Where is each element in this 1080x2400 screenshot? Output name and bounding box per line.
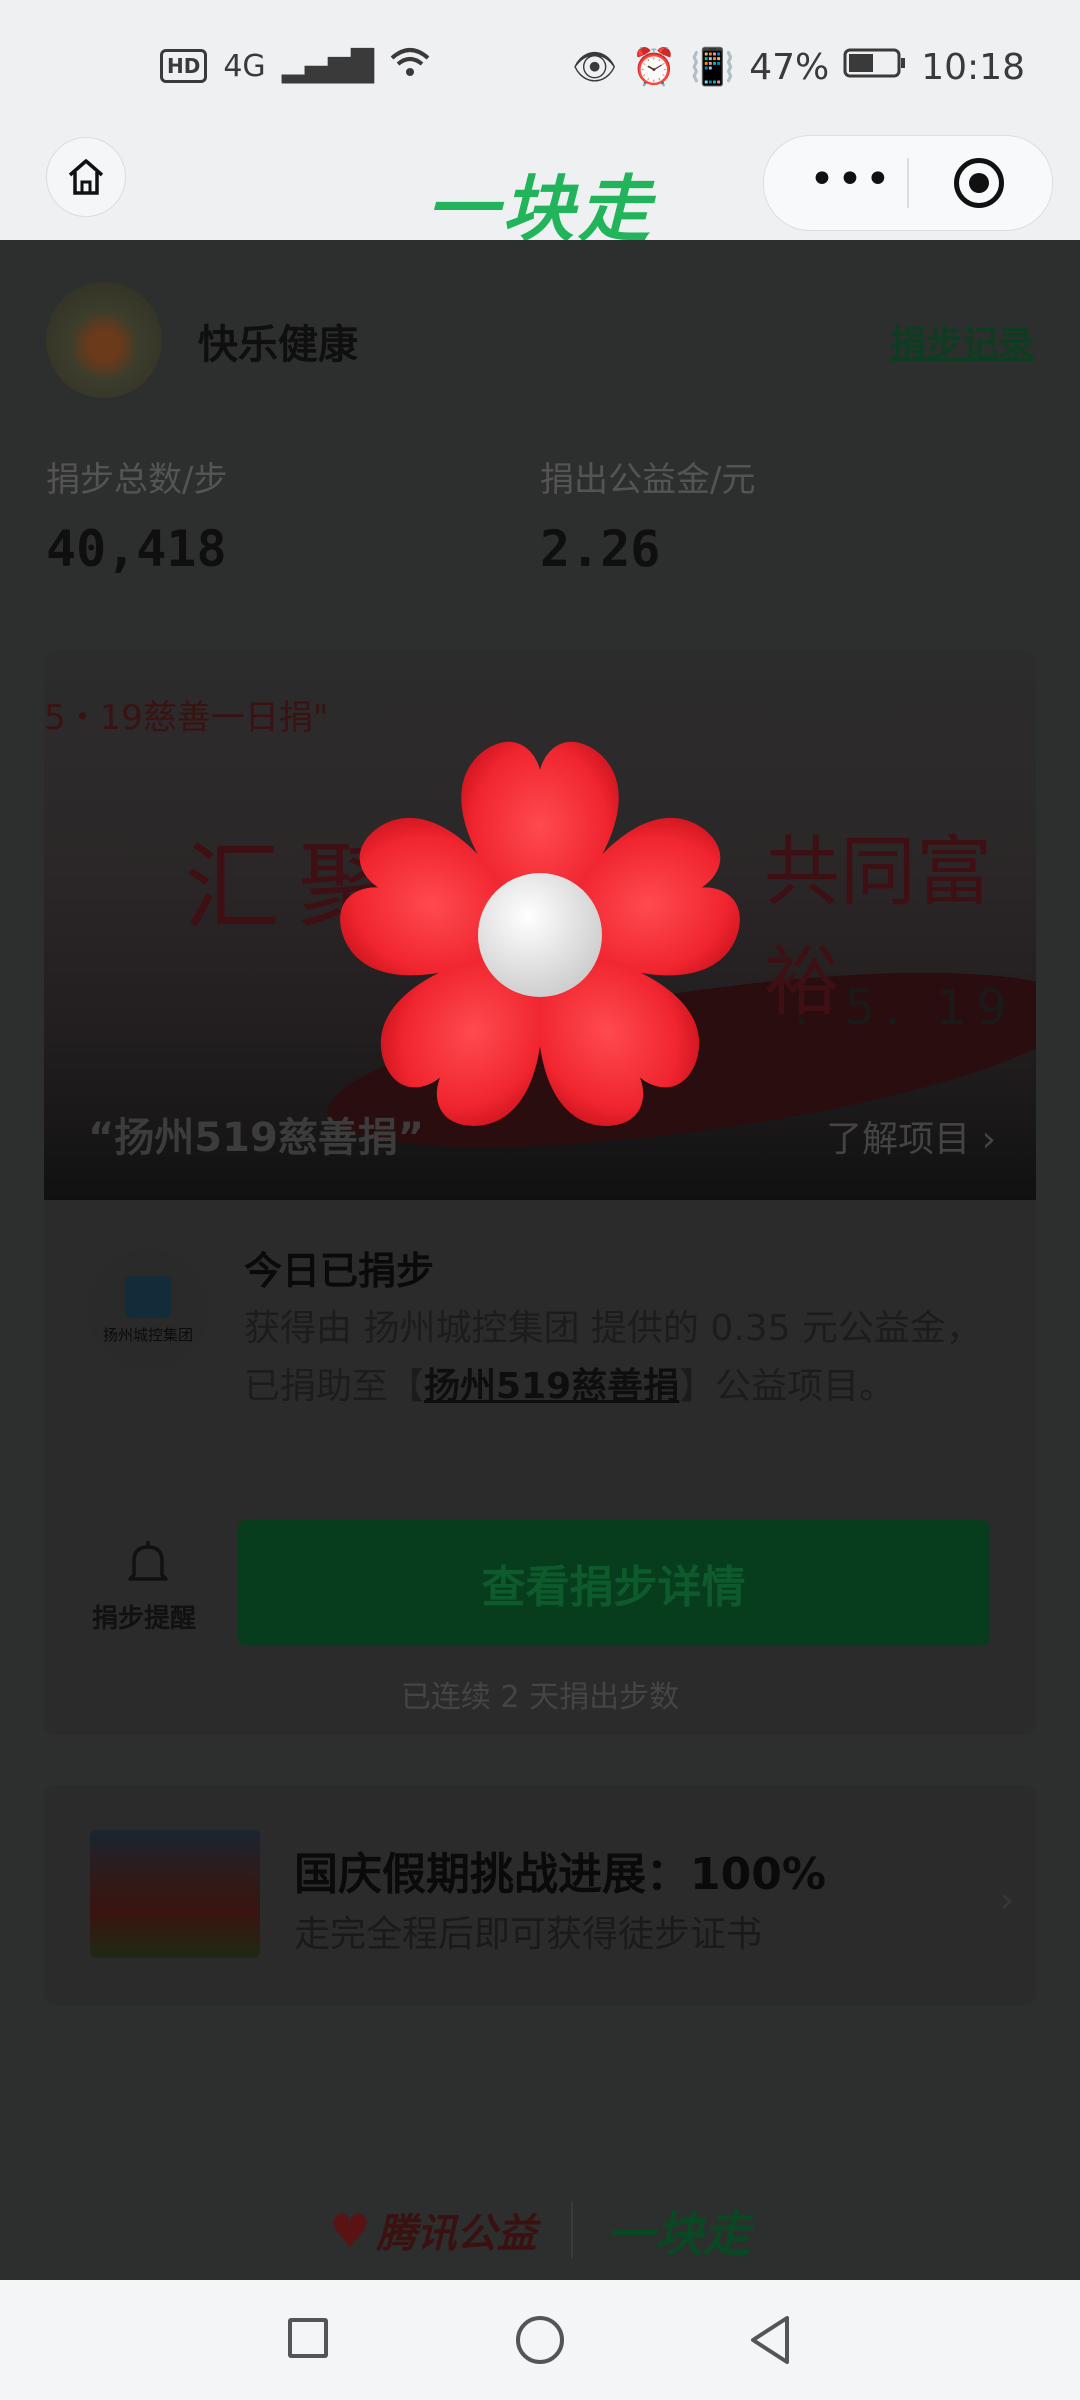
chevron-right-icon[interactable]: › [1000,1880,1014,1921]
challenge-subtitle: 走完全程后即可获得徒步证书 [294,1914,763,1955]
wifi-icon [390,46,430,86]
clock: 10:18 [921,46,1025,88]
status-right: 👁 ⏰ 📳 47% 10:18 [571,46,1025,89]
step-record-link[interactable]: 捐步记录 [890,315,1034,367]
bell-icon[interactable] [120,1535,176,1591]
app-footer-logo: 一块走 [606,2207,751,2263]
footer-divider [570,2202,573,2258]
sponsor-mark-icon [125,1275,171,1318]
footer-logos: ♥ 腾讯公益 一块走 [0,2195,1080,2265]
back-icon[interactable] [745,2312,795,2368]
battery-icon [843,47,907,88]
today-desc-suffix: 】公益项目。 [679,1366,896,1407]
capsule-menu[interactable]: ••• [763,135,1053,231]
home-nav-button[interactable] [516,2316,564,2364]
eye-icon: 👁 [571,47,618,88]
alarm-icon: ⏰ [631,47,677,88]
banner-date: . 5. 19 [794,980,1017,1036]
avatar [46,282,162,398]
recent-apps-button[interactable] [288,2318,328,2358]
status-bar: HD 4G ▂▄▆█ 👁 ⏰ 📳 47% 10:18 [0,0,1080,135]
username: 快乐健康 [198,322,358,368]
steps-total-value: 40,418 [46,520,227,578]
today-description: 获得由 扬州城控集团 提供的 0.35 元公益金，已捐助至【扬州519慈善捐】公… [244,1300,984,1416]
challenge-title: 国庆假期挑战进展：100% [294,1849,826,1900]
today-title: 今日已捐步 [244,1249,435,1293]
tencent-charity-logo: ♥ 腾讯公益 [329,2201,536,2259]
steps-total-label: 捐步总数/步 [46,460,228,500]
streak-text: 已连续 2 天捐出步数 [400,1680,680,1715]
sponsor-logo: 扬州城控集团 [88,1250,208,1370]
flower-icon [327,741,753,1147]
tiananmen-image [90,1830,260,1958]
fund-total-label: 捐出公益金/元 [540,460,756,500]
battery-percent: 47% [749,46,830,88]
status-left: HD 4G ▂▄▆█ [160,46,430,86]
tencent-charity-text: 腾讯公益 [376,2211,537,2257]
hd-badge: HD [160,49,208,83]
heart-icon: ♥ [329,2204,371,2258]
project-link[interactable]: 扬州519慈善捐 [424,1366,679,1407]
capsule-divider [907,158,909,208]
vibrate-icon: 📳 [690,47,736,88]
more-icon[interactable]: ••• [809,154,893,205]
network-type: 4G [223,48,266,84]
view-step-details-button[interactable]: 查看捐步详情 [237,1520,990,1646]
close-target-icon[interactable] [954,158,1004,208]
fund-total-value: 2.26 [540,520,661,578]
banner-tag: 5・19慈善一日捐" [44,698,329,738]
signal-icon: ▂▄▆█ [281,48,374,84]
step-reminder-label[interactable]: 捐步提醒 [92,1598,196,1635]
learn-more-link[interactable]: 了解项目 › [826,1110,996,1162]
sponsor-logo-text: 扬州城控集团 [102,1325,193,1344]
